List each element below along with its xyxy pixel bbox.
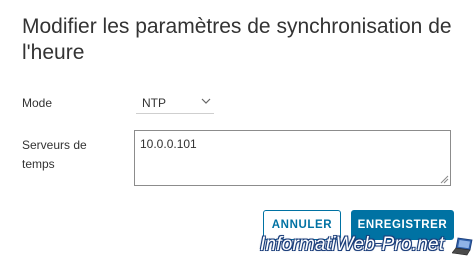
watermark-text: InformatiWeb-Pro.net bbox=[260, 234, 445, 255]
mode-select-value: NTP bbox=[142, 96, 166, 110]
servers-label: Serveurs de temps bbox=[22, 138, 87, 171]
mode-label: Mode bbox=[22, 96, 53, 110]
resize-handle-icon[interactable] bbox=[439, 174, 449, 184]
chevron-down-icon bbox=[201, 98, 211, 104]
sync-time-dialog: Modifier les paramètres de synchronisati… bbox=[0, 0, 474, 260]
servers-textarea[interactable]: 10.0.0.101 bbox=[134, 130, 451, 186]
dialog-title: Modifier les paramètres de synchronisati… bbox=[22, 15, 452, 64]
mode-select[interactable]: NTP bbox=[136, 92, 214, 114]
laptop-icon bbox=[452, 237, 473, 256]
servers-textarea-value: 10.0.0.101 bbox=[140, 137, 197, 151]
